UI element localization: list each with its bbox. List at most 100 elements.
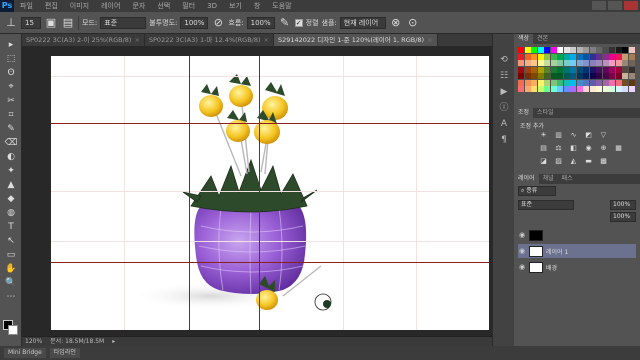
layer-thumbnail[interactable] xyxy=(529,245,543,257)
tool-button-icon[interactable]: ⌖ xyxy=(3,82,19,93)
color-swatch[interactable] xyxy=(602,79,609,86)
color-swatch[interactable] xyxy=(622,60,628,66)
color-swatch[interactable] xyxy=(615,53,622,60)
color-swatch[interactable] xyxy=(544,53,550,60)
info-icon[interactable]: ⓘ xyxy=(497,102,511,114)
posterize-icon[interactable]: ▨ xyxy=(553,157,564,165)
color-swatch[interactable] xyxy=(550,86,557,92)
color-swatch[interactable] xyxy=(557,53,563,60)
close-tab-icon[interactable]: × xyxy=(264,36,269,44)
color-swatch[interactable] xyxy=(576,79,583,86)
close-window-button[interactable] xyxy=(624,1,638,10)
color-swatch[interactable] xyxy=(524,53,531,60)
opacity-field[interactable]: 100% xyxy=(180,16,209,29)
tool-button-icon[interactable]: ✋ xyxy=(3,264,19,275)
maximize-button[interactable] xyxy=(608,1,622,10)
color-swatch[interactable] xyxy=(557,60,563,66)
tool-button-icon[interactable]: ✎ xyxy=(3,124,19,135)
panel-tab[interactable]: 색상 xyxy=(514,34,534,44)
brush-panel-icon[interactable]: ▣ xyxy=(44,16,58,30)
color-swatch[interactable] xyxy=(518,86,524,92)
color-swatch[interactable] xyxy=(576,47,583,53)
color-swatch[interactable] xyxy=(609,79,615,86)
bottom-tab[interactable]: 타임라인 xyxy=(49,348,80,358)
color-swatch[interactable] xyxy=(518,47,524,53)
menu-item[interactable]: 편집 xyxy=(39,0,64,12)
color-swatch[interactable] xyxy=(544,79,550,86)
tool-button-icon[interactable]: ⌫ xyxy=(3,138,19,149)
gradient-map-icon[interactable]: ▬ xyxy=(583,157,594,165)
color-swatch[interactable] xyxy=(531,79,537,86)
panel-tab[interactable]: 채널 xyxy=(539,174,558,184)
color-swatch[interactable] xyxy=(615,66,622,73)
close-tab-icon[interactable]: × xyxy=(134,36,139,44)
color-swatch[interactable] xyxy=(563,60,570,66)
layer-row[interactable]: ◉ 배경 xyxy=(518,260,636,274)
color-swatch[interactable] xyxy=(524,79,531,86)
menu-item[interactable]: 3D xyxy=(201,0,223,12)
menu-item[interactable]: 파일 xyxy=(14,0,39,12)
color-swatch[interactable] xyxy=(544,47,550,53)
panel-tab[interactable]: 조정 xyxy=(514,108,534,118)
color-swatch[interactable] xyxy=(550,47,557,53)
color-swatch[interactable] xyxy=(589,79,596,86)
info-arrow-icon[interactable]: ▸ xyxy=(112,337,115,346)
tool-button-icon[interactable]: T xyxy=(3,222,19,233)
color-swatch[interactable] xyxy=(570,73,576,79)
color-swatch[interactable] xyxy=(544,73,550,79)
brightness-icon[interactable]: ☀ xyxy=(538,131,549,139)
color-swatch[interactable] xyxy=(589,53,596,60)
color-swatch[interactable] xyxy=(563,66,570,73)
color-swatch[interactable] xyxy=(596,60,602,66)
tool-button-icon[interactable]: ◆ xyxy=(3,194,19,205)
color-swatch[interactable] xyxy=(524,60,531,66)
bottom-tab[interactable]: Mini Bridge xyxy=(4,348,46,358)
color-swatch[interactable] xyxy=(596,73,602,79)
tool-button-icon[interactable]: ⬚ xyxy=(3,54,19,65)
color-swatch[interactable] xyxy=(583,47,589,53)
threshold-icon[interactable]: ◭ xyxy=(568,157,579,165)
color-swatch[interactable] xyxy=(609,86,615,92)
color-swatch[interactable] xyxy=(615,47,622,53)
layer-thumbnail[interactable] xyxy=(529,229,543,241)
menu-item[interactable]: 창 xyxy=(248,0,266,12)
color-swatch[interactable] xyxy=(531,66,537,73)
color-swatch[interactable] xyxy=(557,86,563,92)
clone-source-icon[interactable]: ▤ xyxy=(61,16,75,30)
color-swatch[interactable] xyxy=(622,73,628,79)
color-swatch[interactable] xyxy=(602,86,609,92)
color-swatch[interactable] xyxy=(615,73,622,79)
hue-sat-icon[interactable]: ▤ xyxy=(538,144,549,152)
color-swatch[interactable] xyxy=(589,73,596,79)
color-swatch[interactable] xyxy=(609,73,615,79)
exposure-icon[interactable]: ◩ xyxy=(583,131,594,139)
layer-row[interactable]: ◉ xyxy=(518,228,636,242)
color-swatch[interactable] xyxy=(609,53,615,60)
color-swatch[interactable] xyxy=(628,86,635,92)
color-swatch[interactable] xyxy=(589,66,596,73)
airbrush-icon[interactable]: ✎ xyxy=(278,16,292,30)
ignore-adjustment-icon[interactable]: ⊗ xyxy=(389,16,403,30)
tool-button-icon[interactable]: 🔍 xyxy=(3,278,19,289)
color-swatch[interactable] xyxy=(537,47,544,53)
color-swatch[interactable] xyxy=(557,73,563,79)
vibrance-icon[interactable]: ▽ xyxy=(598,131,609,139)
color-lookup-icon[interactable]: ▦ xyxy=(613,144,624,152)
color-swatch[interactable] xyxy=(537,53,544,60)
color-swatch[interactable] xyxy=(570,53,576,60)
color-swatch[interactable] xyxy=(589,60,596,66)
color-swatch[interactable] xyxy=(628,60,635,66)
menu-item[interactable]: 레이어 xyxy=(95,0,126,12)
color-swatch[interactable] xyxy=(576,53,583,60)
color-swatch[interactable] xyxy=(602,60,609,66)
menu-item[interactable]: 문자 xyxy=(126,0,151,12)
layer-name[interactable]: 배경 xyxy=(546,263,557,272)
tool-button-icon[interactable]: ✦ xyxy=(3,166,19,177)
background-color-swatch[interactable] xyxy=(8,325,18,335)
blend-mode-select[interactable]: 표준 xyxy=(518,200,574,210)
menu-item[interactable]: 이미지 xyxy=(64,0,95,12)
color-swatch[interactable] xyxy=(544,66,550,73)
color-swatch[interactable] xyxy=(622,86,628,92)
color-swatch[interactable] xyxy=(570,47,576,53)
color-swatch[interactable] xyxy=(602,73,609,79)
